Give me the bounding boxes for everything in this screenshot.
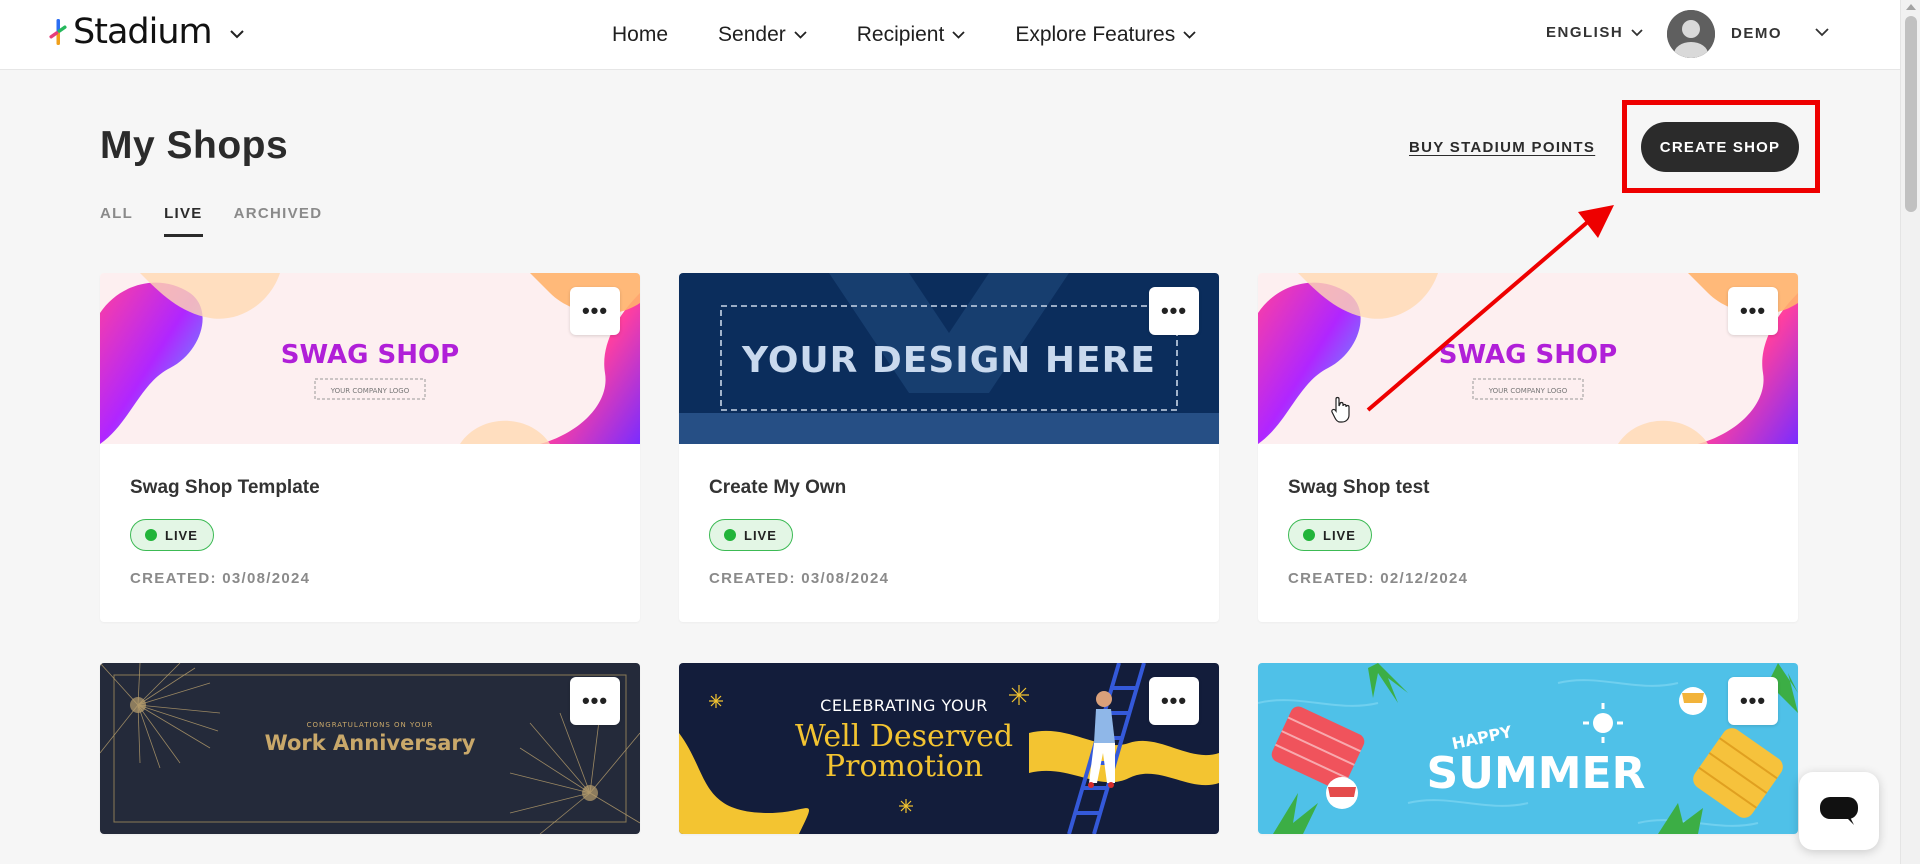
shop-card[interactable]: CELEBRATING YOUR Well Deserved Promotion… [679,663,1219,834]
nav-home-label: Home [612,23,669,46]
avatar[interactable] [1667,10,1715,58]
banner-title: SWAG SHOP [1439,340,1617,370]
shop-card[interactable]: YOUR DESIGN HERE ••• Create My Own LIVE … [679,273,1219,622]
more-options-button[interactable]: ••• [570,287,620,335]
status-badge: LIVE [1288,519,1372,551]
chevron-down-icon[interactable] [1815,28,1829,37]
card-body: Swag Shop test LIVE CREATED: 02/12/2024 [1258,444,1798,622]
status-badge: LIVE [709,519,793,551]
username[interactable]: DEMO [1731,25,1782,42]
nav-explore-label: Explore Features [1015,23,1176,46]
top-header: Stadium Home Sender Recipient Explore Fe… [0,0,1900,70]
chevron-down-icon [229,29,244,38]
chevron-down-icon [952,31,965,39]
chat-widget-button[interactable] [1799,772,1879,850]
shop-banner-summer: HAPPY SUMMER ••• [1258,663,1798,834]
tab-live[interactable]: LIVE [164,205,203,237]
shop-banner-swag: SWAG SHOP YOUR COMPANY LOGO ••• [1258,273,1798,444]
created-date: CREATED: 03/08/2024 [709,570,890,587]
nav-home[interactable]: Home [612,23,668,47]
shop-card[interactable]: HAPPY SUMMER ••• [1258,663,1798,834]
created-date: CREATED: 02/12/2024 [1288,570,1469,587]
status-label: LIVE [744,527,777,543]
nav-sender[interactable]: Sender [718,23,807,47]
status-label: LIVE [1323,527,1356,543]
chevron-down-icon [1631,28,1643,36]
created-date: CREATED: 03/08/2024 [130,570,311,587]
brand-menu[interactable]: Stadium [47,12,244,52]
banner-title: SUMMER [1427,748,1646,799]
language-label: ENGLISH [1546,24,1624,41]
more-options-button[interactable]: ••• [570,677,620,725]
shop-title: Create My Own [709,477,847,498]
card-body: Swag Shop Template LIVE CREATED: 03/08/2… [100,444,640,622]
nav-recipient[interactable]: Recipient [857,23,966,47]
create-shop-button[interactable]: CREATE SHOP [1641,122,1799,172]
nav-recipient-label: Recipient [856,23,945,46]
tab-archived[interactable]: ARCHIVED [234,205,323,237]
tab-all[interactable]: ALL [100,205,133,237]
status-dot-icon [145,529,157,541]
shop-title: Swag Shop test [1288,477,1430,498]
banner-title-2: Promotion [825,749,983,784]
banner-subtitle: YOUR COMPANY LOGO [330,387,410,395]
shop-card[interactable]: SWAG SHOP YOUR COMPANY LOGO ••• Swag Sho… [100,273,640,622]
shop-banner-work-anniversary: CONGRATULATIONS ON YOUR Work Anniversary… [100,663,640,834]
more-options-button[interactable]: ••• [1728,677,1778,725]
shop-banner-swag: SWAG SHOP YOUR COMPANY LOGO ••• [100,273,640,444]
banner-title: YOUR DESIGN HERE [741,340,1156,381]
banner-title: Work Anniversary [265,731,476,755]
shop-card[interactable]: SWAG SHOP YOUR COMPANY LOGO ••• Swag Sho… [1258,273,1798,622]
shop-banner-promotion: CELEBRATING YOUR Well Deserved Promotion… [679,663,1219,834]
language-selector[interactable]: ENGLISH [1546,24,1643,41]
buy-stadium-points-link[interactable]: BUY STADIUM POINTS [1409,139,1595,156]
status-badge: LIVE [130,519,214,551]
status-dot-icon [724,529,736,541]
page-scrollbar[interactable] [1900,0,1920,864]
more-options-button[interactable]: ••• [1149,677,1199,725]
chevron-down-icon [1183,31,1196,39]
banner-subtitle: YOUR COMPANY LOGO [1488,387,1568,395]
banner-title: SWAG SHOP [281,340,459,370]
nav-sender-label: Sender [718,23,786,46]
banner-subtitle: CONGRATULATIONS ON YOUR [307,721,434,729]
nav-explore-features[interactable]: Explore Features [1015,23,1196,47]
status-dot-icon [1303,529,1315,541]
shop-banner-your-design: YOUR DESIGN HERE ••• [679,273,1219,444]
user-icon [1667,10,1715,58]
shop-filter-tabs: ALL LIVE ARCHIVED [100,205,353,237]
page-title: My Shops [100,124,289,167]
scroll-thumb[interactable] [1905,16,1917,212]
scroll-up-arrow-icon[interactable] [1906,4,1916,10]
chevron-down-icon [794,31,807,39]
shop-title: Swag Shop Template [130,477,320,498]
more-options-button[interactable]: ••• [1728,287,1778,335]
more-options-button[interactable]: ••• [1149,287,1199,335]
status-label: LIVE [165,527,198,543]
brand-name: Stadium [73,12,213,52]
banner-subtitle: CELEBRATING YOUR [820,696,988,715]
stadium-logo-icon [49,19,67,45]
card-body: Create My Own LIVE CREATED: 03/08/2024 [679,444,1219,622]
chat-icon [1820,797,1858,825]
main-nav: Home Sender Recipient Explore Features [612,0,1246,70]
shop-card[interactable]: CONGRATULATIONS ON YOUR Work Anniversary… [100,663,640,834]
